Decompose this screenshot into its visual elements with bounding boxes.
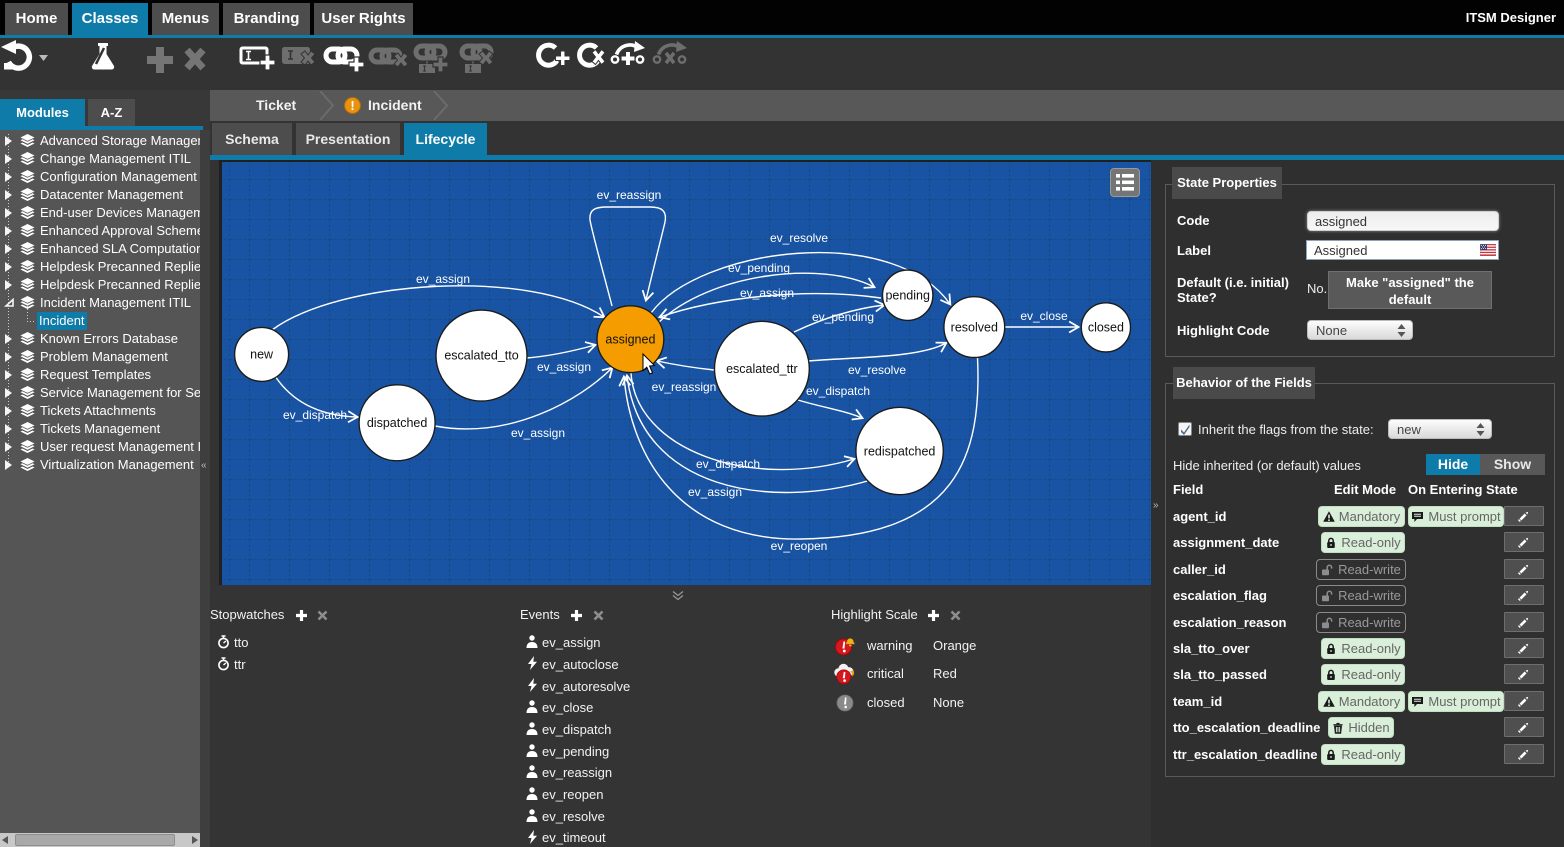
svg-text:ev_dispatch: ev_dispatch [696, 457, 760, 471]
svg-text:escalated_tto: escalated_tto [444, 349, 518, 363]
svg-text:resolved: resolved [951, 321, 998, 335]
svg-text:pending: pending [885, 289, 930, 303]
svg-text:ev_resolve: ev_resolve [848, 363, 906, 377]
svg-text:ev_assign: ev_assign [740, 286, 794, 300]
svg-text:escalated_ttr: escalated_ttr [726, 362, 798, 376]
svg-text:ev_dispatch: ev_dispatch [806, 384, 870, 398]
svg-text:ev_pending: ev_pending [728, 261, 790, 275]
svg-text:dispatched: dispatched [367, 416, 428, 430]
svg-text:redispatched: redispatched [864, 445, 936, 459]
svg-text:ev_assign: ev_assign [688, 485, 742, 499]
svg-text:ev_assign: ev_assign [537, 360, 591, 374]
svg-text:ev_dispatch: ev_dispatch [283, 408, 347, 422]
svg-text:ev_pending: ev_pending [812, 310, 874, 324]
svg-text:ev_close: ev_close [1020, 309, 1068, 323]
svg-text:ev_resolve: ev_resolve [770, 231, 828, 245]
svg-text:ev_reassign: ev_reassign [597, 188, 662, 202]
svg-text:assigned: assigned [605, 333, 655, 347]
svg-text:ev_assign: ev_assign [416, 272, 470, 286]
svg-text:new: new [250, 348, 274, 362]
svg-text:ev_assign: ev_assign [511, 426, 565, 440]
svg-text:ev_reopen: ev_reopen [771, 539, 828, 553]
svg-text:ev_reassign: ev_reassign [652, 380, 717, 394]
svg-text:closed: closed [1088, 321, 1124, 335]
